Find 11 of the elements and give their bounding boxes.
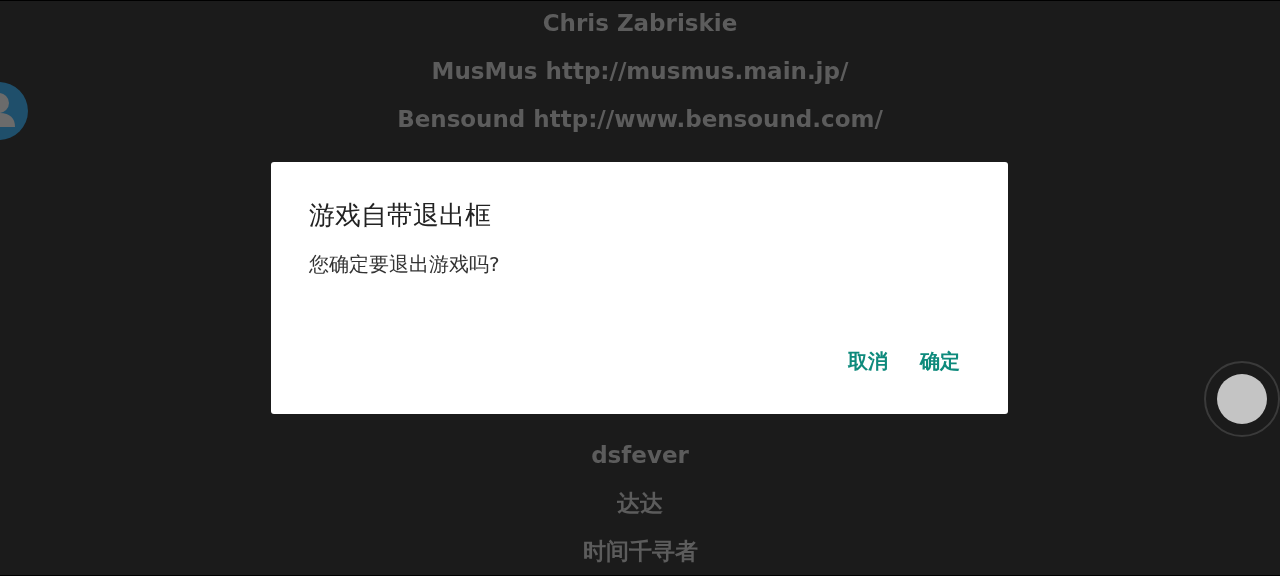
floating-button[interactable] — [1204, 361, 1280, 437]
credit-line: dsfever — [591, 441, 689, 470]
credit-line: MusMus http://musmus.main.jp/ — [431, 57, 849, 86]
credit-line: Bensound http://www.bensound.com/ — [397, 105, 883, 134]
dialog-button[interactable]: 确定 — [912, 340, 968, 383]
credit-line: Chris Zabriskie — [542, 9, 738, 38]
credit-line: 时间千寻者 — [582, 537, 698, 566]
dialog-message: 您确定要退出游戏吗? — [309, 251, 501, 278]
dialog-button[interactable]: 取消 — [840, 340, 896, 383]
credit-line: 达达 — [617, 489, 663, 518]
dialog-title: 游戏自带退出框 — [309, 199, 492, 232]
